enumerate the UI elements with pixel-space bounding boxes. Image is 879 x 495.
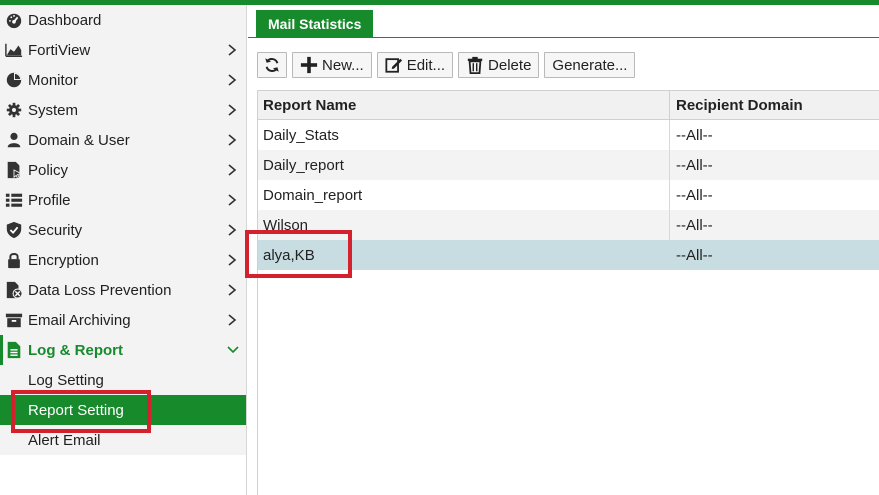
cell-recipient-domain: --All-- bbox=[676, 126, 713, 144]
chevron-right-icon bbox=[228, 194, 237, 206]
delete-button-label: Delete bbox=[488, 56, 532, 74]
tab-mail-statistics[interactable]: Mail Statistics bbox=[256, 10, 374, 38]
generate-button-label: Generate... bbox=[552, 56, 628, 74]
chevron-down-icon bbox=[227, 346, 239, 354]
gear-icon bbox=[4, 100, 24, 120]
dashboard-icon bbox=[4, 10, 24, 30]
sidebar-item-label: Policy bbox=[28, 161, 69, 179]
chevron-right-icon bbox=[228, 134, 237, 146]
trash-icon bbox=[467, 56, 483, 74]
cell-recipient-domain: --All-- bbox=[676, 246, 713, 264]
chevron-right-icon bbox=[228, 224, 237, 236]
chevron-right-icon bbox=[228, 164, 237, 176]
fortiview-icon bbox=[4, 40, 24, 60]
generate-button[interactable]: Generate... bbox=[544, 52, 636, 78]
cell-report-name: Daily_report bbox=[258, 150, 670, 180]
sidebar-subitem-label: Log Setting bbox=[28, 371, 104, 389]
policy-icon bbox=[4, 160, 24, 180]
table-row[interactable]: Daily_Stats --All-- bbox=[258, 120, 879, 150]
sidebar-item-encryption[interactable]: Encryption bbox=[0, 245, 246, 275]
cell-report-name: Daily_Stats bbox=[258, 120, 670, 150]
chevron-right-icon bbox=[228, 104, 237, 116]
tab-label: Mail Statistics bbox=[268, 16, 362, 32]
sidebar-item-data-loss-prevention[interactable]: Data Loss Prevention bbox=[0, 275, 246, 305]
sidebar-item-security[interactable]: Security bbox=[0, 215, 246, 245]
lock-icon bbox=[4, 250, 24, 270]
column-header-report-name[interactable]: Report Name bbox=[258, 91, 670, 119]
sidebar-item-policy[interactable]: Policy bbox=[0, 155, 246, 185]
sidebar-item-fortiview[interactable]: FortiView bbox=[0, 35, 246, 65]
dlp-icon bbox=[4, 280, 24, 300]
user-icon bbox=[4, 130, 24, 150]
archive-box-icon bbox=[4, 310, 24, 330]
delete-button[interactable]: Delete bbox=[458, 52, 540, 78]
plus-icon bbox=[300, 56, 318, 74]
sidebar-item-domain-user[interactable]: Domain & User bbox=[0, 125, 246, 155]
cell-report-name: Domain_report bbox=[258, 180, 670, 210]
list-icon bbox=[4, 190, 24, 210]
edit-button[interactable]: Edit... bbox=[376, 52, 454, 78]
sidebar-item-label: Log & Report bbox=[28, 341, 123, 359]
sidebar-item-label: Profile bbox=[28, 191, 71, 209]
refresh-button[interactable] bbox=[257, 52, 287, 78]
edit-button-label: Edit... bbox=[406, 56, 446, 74]
sidebar-item-label: Dashboard bbox=[28, 11, 102, 29]
sidebar-item-dashboard[interactable]: Dashboard bbox=[0, 5, 246, 35]
sidebar-item-label: Monitor bbox=[28, 71, 79, 89]
chevron-right-icon bbox=[228, 284, 237, 296]
sidebar-item-monitor[interactable]: Monitor bbox=[0, 65, 246, 95]
sidebar-item-label: Domain & User bbox=[28, 131, 130, 149]
new-button[interactable]: New... bbox=[292, 52, 372, 78]
sidebar-item-profile[interactable]: Profile bbox=[0, 185, 246, 215]
tab-bar: Mail Statistics bbox=[248, 5, 879, 38]
highlight-box-report-setting bbox=[11, 390, 151, 433]
cell-recipient-domain: --All-- bbox=[676, 186, 713, 204]
sidebar-item-label: Security bbox=[28, 221, 83, 239]
table-left-border bbox=[257, 270, 258, 495]
table-header: Report Name Recipient Domain bbox=[258, 90, 879, 120]
shield-icon bbox=[4, 220, 24, 240]
sidebar-item-system[interactable]: System bbox=[0, 95, 246, 125]
column-header-recipient-domain[interactable]: Recipient Domain bbox=[670, 91, 879, 119]
chevron-right-icon bbox=[228, 314, 237, 326]
highlight-box-selected-row bbox=[245, 230, 352, 278]
table-row[interactable]: Domain_report --All-- bbox=[258, 180, 879, 210]
sidebar-empty-space bbox=[0, 455, 246, 495]
sidebar-item-label: System bbox=[28, 101, 79, 119]
sidebar-item-log-report[interactable]: Log & Report bbox=[0, 335, 246, 365]
table-row[interactable]: Daily_report --All-- bbox=[258, 150, 879, 180]
pie-chart-icon bbox=[4, 70, 24, 90]
sidebar-subitem-label: Alert Email bbox=[28, 431, 101, 449]
chevron-right-icon bbox=[228, 44, 237, 56]
toolbar: New... Edit... Delete Generate... bbox=[257, 52, 636, 78]
new-button-label: New... bbox=[322, 56, 364, 74]
cell-recipient-domain: --All-- bbox=[676, 216, 713, 234]
chevron-right-icon bbox=[228, 254, 237, 266]
sidebar-item-label: FortiView bbox=[28, 41, 91, 59]
sidebar-item-email-archiving[interactable]: Email Archiving bbox=[0, 305, 246, 335]
cell-recipient-domain: --All-- bbox=[676, 156, 713, 174]
sidebar-item-label: Encryption bbox=[28, 251, 99, 269]
sidebar-item-label: Email Archiving bbox=[28, 311, 131, 329]
sidebar-item-label: Data Loss Prevention bbox=[28, 281, 172, 299]
chevron-right-icon bbox=[228, 74, 237, 86]
edit-icon bbox=[385, 58, 402, 73]
refresh-icon bbox=[265, 58, 279, 72]
document-icon bbox=[4, 340, 24, 360]
